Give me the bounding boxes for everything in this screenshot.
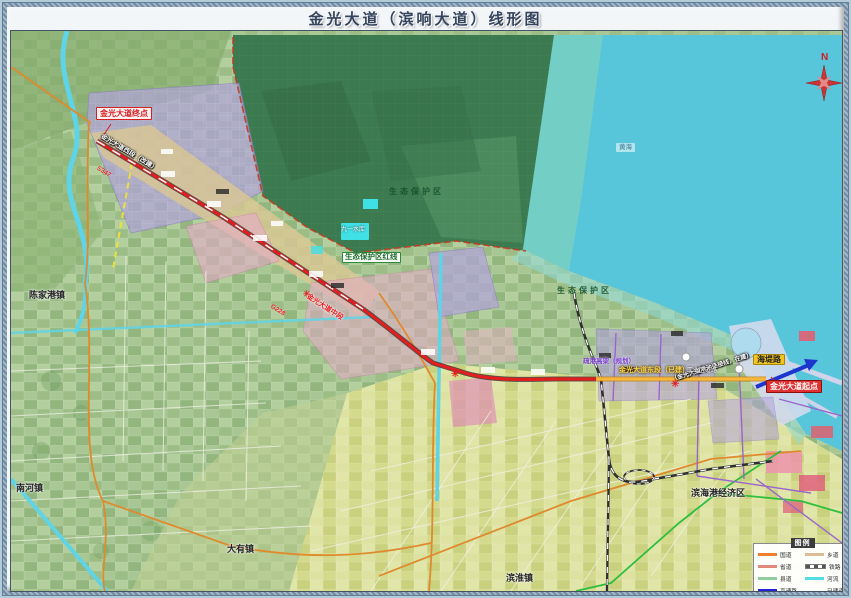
svg-text:✳: ✳ bbox=[451, 369, 460, 380]
district-label-binhaigang: 滨海港经济区 bbox=[691, 488, 745, 498]
page-title: 金光大道（滨响大道）线形图 bbox=[308, 8, 542, 29]
legend-item: 已建道路 bbox=[805, 586, 843, 592]
terminus-marker[interactable]: 金光大道终点 bbox=[96, 107, 152, 120]
legend-item: 高速路 bbox=[758, 586, 801, 592]
legend-swatch-icon bbox=[805, 564, 826, 569]
area-label-reservoir: 九一水库 bbox=[341, 227, 365, 234]
area-label-eco-west: 生态保护区 bbox=[389, 187, 444, 196]
legend-item: 省道 bbox=[758, 562, 801, 571]
town-label-dayou: 大有镇 bbox=[227, 544, 254, 554]
legend-item: 国道 bbox=[758, 550, 801, 559]
coastal-road-marker[interactable]: 海堤路 bbox=[753, 354, 785, 365]
legend-item: 铁路 bbox=[805, 562, 843, 571]
legend-swatch-icon bbox=[805, 553, 824, 556]
legend-box: 图例 国道 省道 县道 高速路 bbox=[753, 543, 843, 592]
legend-item: 河流 bbox=[805, 574, 843, 583]
legend-swatch-icon bbox=[758, 565, 777, 568]
compass-rose-icon: N bbox=[806, 49, 842, 103]
legend-swatch-icon bbox=[805, 577, 824, 580]
legend-swatch-icon bbox=[758, 577, 777, 580]
legend-item: 乡道 bbox=[805, 550, 843, 559]
town-label-binhuai: 滨淮镇 bbox=[506, 573, 533, 583]
origin-marker[interactable]: 金光大道起点 bbox=[766, 380, 822, 393]
legend-swatch-icon bbox=[758, 553, 777, 556]
legend-item: 县道 bbox=[758, 574, 801, 583]
town-label-chenjiagang: 陈家港镇 bbox=[29, 290, 65, 300]
legend-swatch-icon bbox=[758, 589, 777, 592]
legend-title: 图例 bbox=[791, 538, 815, 548]
road-label-viaduct: 疏港高架（规划） bbox=[583, 358, 635, 365]
map-canvas[interactable]: ✳ ✳ ✳ N bbox=[10, 30, 843, 592]
road-label-industrial: 工业区道路 bbox=[687, 368, 717, 375]
area-label-eco-east: 生态保护区 bbox=[557, 286, 612, 295]
eco-redline-marker[interactable]: 生态保护区红线 bbox=[342, 252, 401, 263]
compass-north-label: N bbox=[821, 52, 828, 63]
title-bar: 金光大道（滨响大道）线形图 bbox=[7, 7, 844, 29]
sea-name-badge: 黄海 bbox=[616, 143, 635, 152]
map-sheet: 金光大道（滨响大道）线形图 bbox=[0, 0, 851, 598]
town-label-nanhe: 南河镇 bbox=[16, 483, 43, 493]
